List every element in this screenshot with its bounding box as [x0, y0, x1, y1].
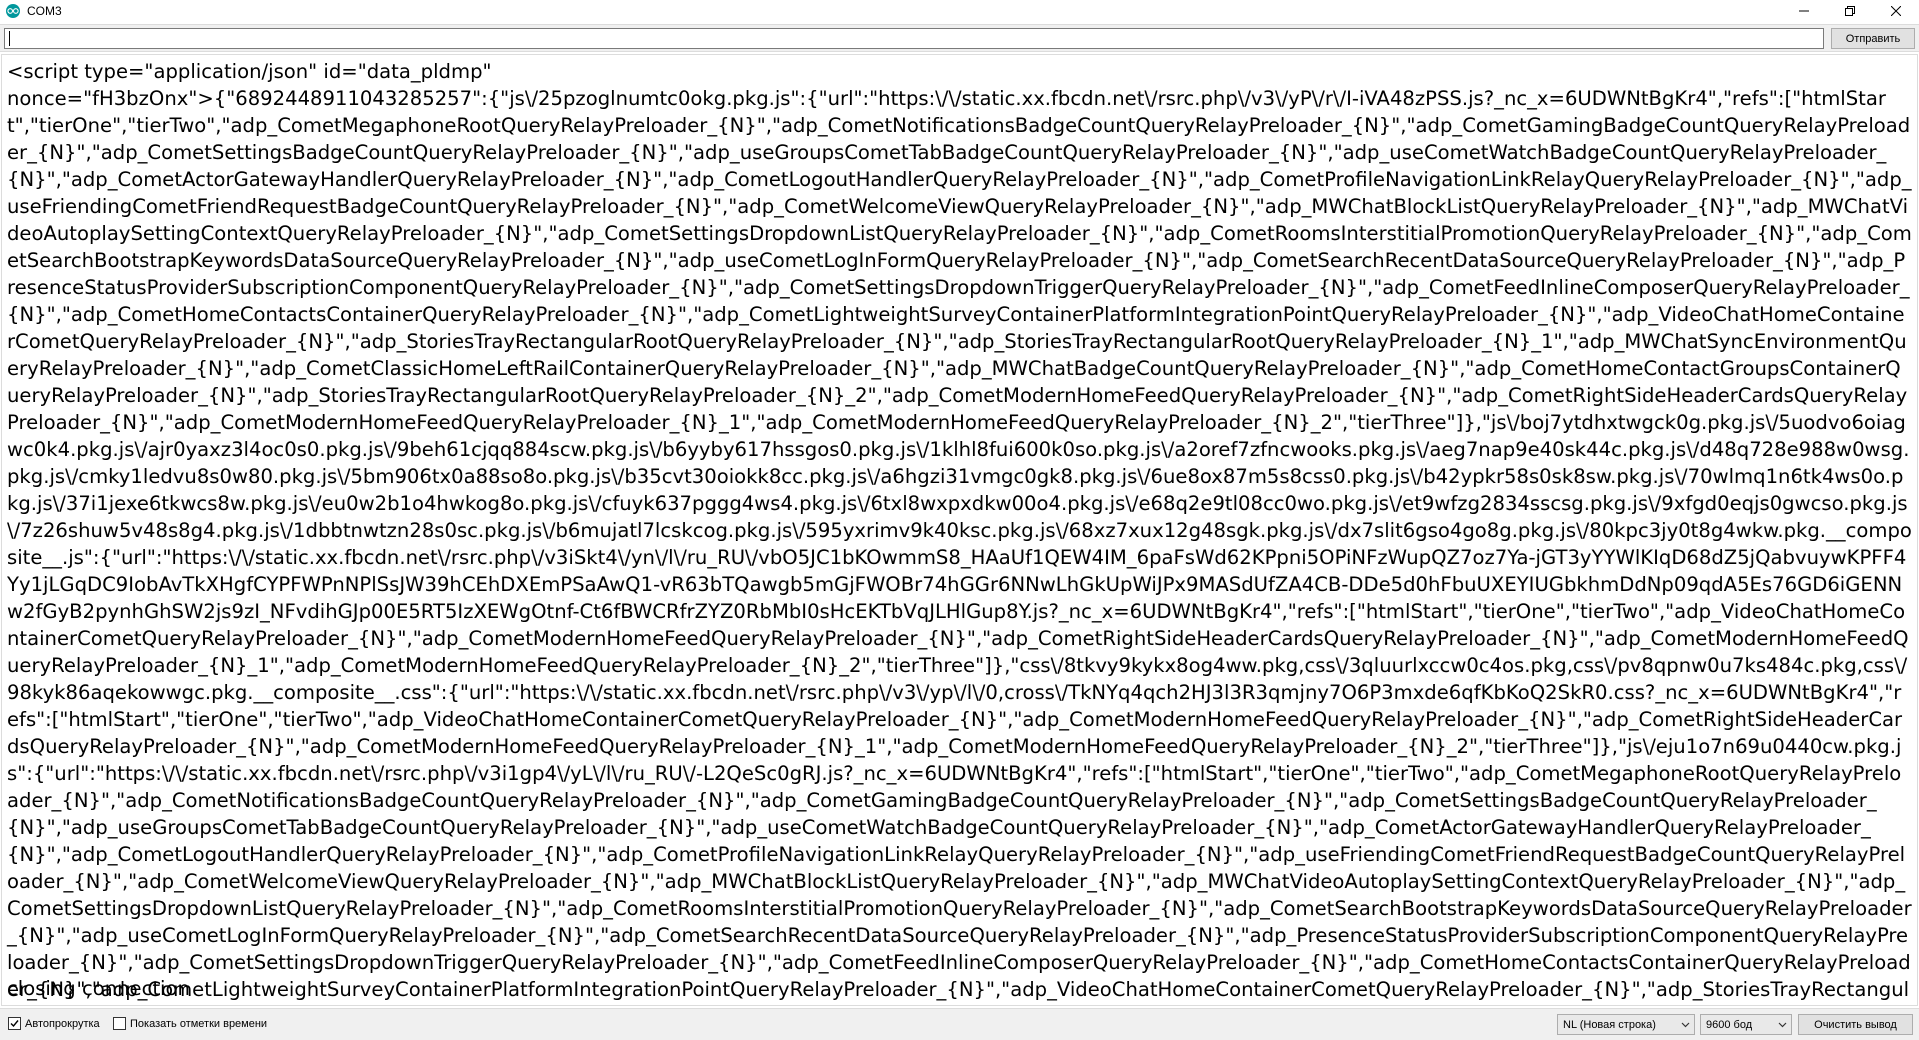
autoscroll-label: Автопрокрутка [25, 1017, 100, 1030]
close-icon[interactable] [1873, 0, 1919, 22]
window-title: COM3 [27, 4, 62, 18]
baud-rate-value: 9600 бод [1706, 1018, 1753, 1031]
line-ending-select[interactable]: NL (Новая строка) [1557, 1014, 1695, 1035]
send-button[interactable]: Отправить [1831, 28, 1915, 49]
serial-output[interactable]: <script type="application/json" id="data… [1, 54, 1918, 1006]
output-closing-line: closing connection [7, 977, 190, 1000]
status-bar: Автопрокрутка Показать отметки времени N… [0, 1008, 1919, 1040]
timestamps-checkbox[interactable]: Показать отметки времени [113, 1017, 267, 1030]
arduino-icon [6, 4, 20, 18]
timestamps-label: Показать отметки времени [130, 1017, 268, 1030]
clear-output-button[interactable]: Очистить вывод [1798, 1014, 1913, 1035]
minimize-icon[interactable] [1781, 0, 1827, 22]
send-bar: Отправить [0, 24, 1919, 52]
baud-rate-select[interactable]: 9600 бод [1700, 1014, 1792, 1035]
restore-icon[interactable] [1827, 0, 1873, 22]
autoscroll-checkbox[interactable]: Автопрокрутка [8, 1017, 100, 1030]
title-bar: COM3 [0, 0, 1919, 22]
output-text: <script type="application/json" id="data… [7, 60, 1912, 1001]
line-ending-value: NL (Новая строка) [1563, 1018, 1656, 1031]
checkbox-unchecked-icon[interactable] [113, 1017, 126, 1030]
checkbox-checked-icon[interactable] [8, 1017, 21, 1030]
window-controls [1781, 0, 1919, 22]
chevron-down-icon [1681, 1020, 1690, 1032]
text-caret [9, 31, 10, 46]
send-input[interactable] [4, 28, 1824, 49]
chevron-down-icon [1778, 1020, 1787, 1032]
